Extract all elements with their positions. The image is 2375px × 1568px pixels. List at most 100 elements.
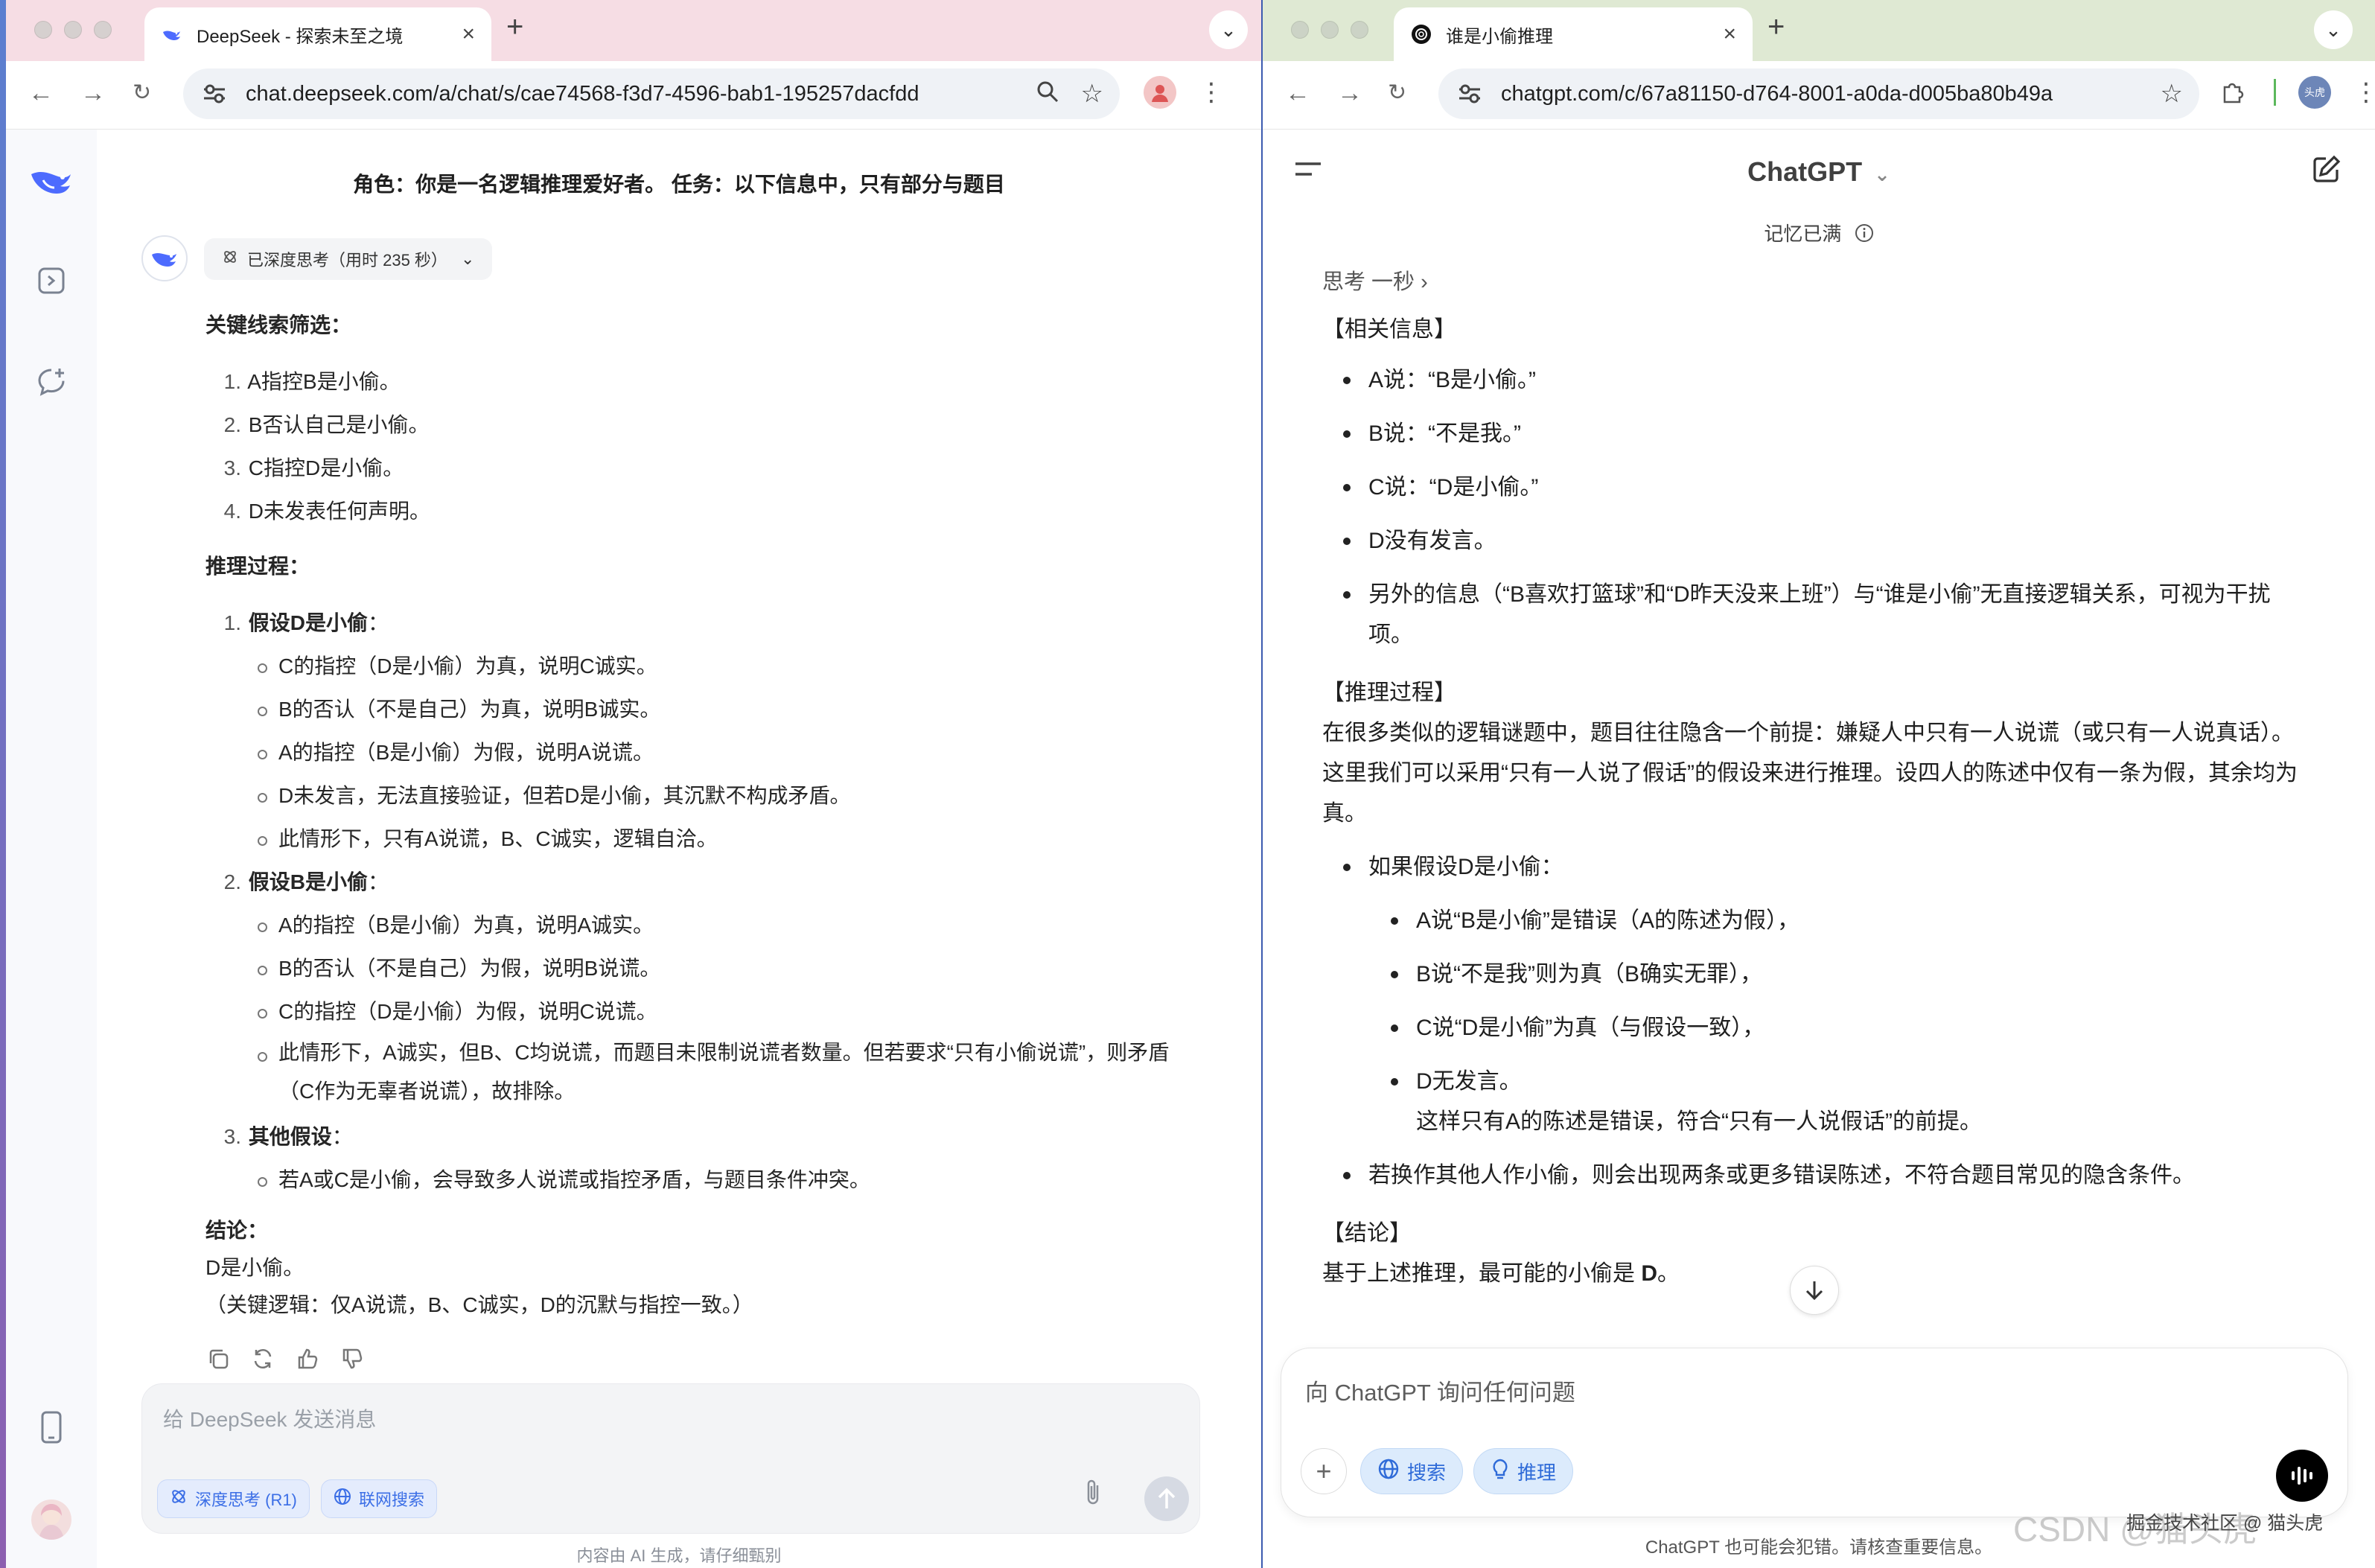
reload-icon[interactable]: ↻ <box>1388 82 1406 104</box>
minimize-window-button[interactable] <box>64 21 82 39</box>
thumbs-up-icon[interactable] <box>295 1346 320 1371</box>
message-input[interactable]: 给 DeepSeek 发送消息 <box>163 1403 376 1433</box>
web-search-button[interactable]: 联网搜索 <box>321 1479 438 1518</box>
deepseek-browser-window: DeepSeek - 探索未至之境 × + ⌄ ← → ↻ chat.deeps… <box>6 0 1261 1568</box>
scroll-down-button[interactable] <box>1790 1266 1839 1315</box>
forward-icon[interactable]: → <box>1337 80 1362 106</box>
voice-mode-button[interactable] <box>2276 1450 2328 1502</box>
minimize-window-button[interactable] <box>1321 21 1339 39</box>
case-colon: ： <box>368 611 389 634</box>
tab-deepseek[interactable]: DeepSeek - 探索未至之境 × <box>144 7 491 61</box>
new-tab-button[interactable]: + <box>506 12 523 42</box>
forward-icon[interactable]: → <box>80 80 106 106</box>
thumbs-down-icon[interactable] <box>339 1346 365 1371</box>
deep-think-r1-button[interactable]: 深度思考 (R1) <box>157 1479 310 1518</box>
list-text: A指控B是小偷。 <box>247 370 401 393</box>
new-chat-icon[interactable] <box>2311 155 2341 188</box>
extensions-icon[interactable] <box>2220 78 2245 107</box>
browser-menu-icon[interactable]: ⋮ <box>2353 80 2375 105</box>
list-item: 3. C指控D是小偷。 <box>205 447 1196 490</box>
case-colon: ： <box>368 870 389 893</box>
deep-think-toggle[interactable]: 已深度思考（用时 235 秒） ⌄ <box>204 238 493 280</box>
bookmark-star-icon[interactable]: ☆ <box>1081 81 1103 106</box>
list-item: C说“D是小偷”为真（与假设一致）， <box>1322 1008 2298 1048</box>
model-selector[interactable]: ChatGPT ⌄ <box>1263 156 2375 188</box>
atom-icon <box>222 249 238 270</box>
case-title: 假设B是小偷 <box>248 870 369 893</box>
address-bar[interactable]: chat.deepseek.com/a/chat/s/cae74568-f3d7… <box>183 68 1120 119</box>
case-colon: ： <box>331 1125 353 1148</box>
user-avatar[interactable] <box>31 1500 71 1540</box>
mobile-app-icon[interactable] <box>31 1407 71 1447</box>
info-icon[interactable] <box>1855 223 1874 248</box>
maximize-window-button[interactable] <box>1351 21 1368 39</box>
back-icon[interactable]: ← <box>1285 80 1310 106</box>
section-heading: 【结论】 <box>1322 1221 1412 1246</box>
conclusion-answer: D <box>1641 1261 1658 1286</box>
deepseek-logo-icon[interactable] <box>28 159 76 200</box>
message-composer[interactable]: 给 DeepSeek 发送消息 深度思考 (R1) 联网搜索 <box>141 1383 1200 1534</box>
reload-icon[interactable]: ↻ <box>133 82 151 104</box>
case-items: A的指控（B是小偷）为真，说明A诚实。 B的否认（不是自己）为假，说明B说谎。 … <box>243 904 1196 1115</box>
message-actions <box>205 1346 365 1371</box>
site-settings-icon[interactable] <box>200 79 229 109</box>
reasoning-paragraph: 在很多类似的逻辑谜题中，题目往往隐含一个前提：嫌疑人中只有一人说谎（或只有一人说… <box>1322 721 2298 826</box>
site-settings-icon[interactable] <box>1455 79 1485 109</box>
list-item: 1. A指控B是小偷。 <box>205 360 1196 404</box>
bookmark-star-icon[interactable]: ☆ <box>2161 81 2183 106</box>
reason-label: 推理 <box>1517 1461 1557 1484</box>
search-button[interactable]: 搜索 <box>1360 1448 1464 1494</box>
globe-icon <box>334 1488 351 1510</box>
list-item: A的指控（B是小偷）为真，说明A诚实。 <box>243 904 1196 947</box>
memory-status[interactable]: 记忆已满 <box>1263 219 2375 248</box>
close-window-button[interactable] <box>34 21 52 39</box>
list-number: 4. <box>223 500 241 523</box>
tab-search-button[interactable]: ⌄ <box>1209 10 1248 49</box>
thought-toggle[interactable]: 思考 一秒 › <box>1322 262 2298 302</box>
toolbar-separator <box>2274 79 2276 106</box>
list-number: 2. <box>223 413 241 436</box>
address-bar[interactable]: chatgpt.com/c/67a81150-d764-8001-a0da-d0… <box>1438 68 2199 119</box>
back-icon[interactable]: ← <box>28 80 54 106</box>
list-item: D未发言，无法直接验证，但若D是小偷，其沉默不构成矛盾。 <box>243 774 1196 818</box>
list-item: 此情形下，只有A说谎，B、C诚实，逻辑自洽。 <box>243 818 1196 861</box>
tab-search-button[interactable]: ⌄ <box>2314 10 2353 49</box>
copy-icon[interactable] <box>205 1346 231 1371</box>
maximize-window-button[interactable] <box>94 21 112 39</box>
browser-menu-icon[interactable]: ⋮ <box>1199 80 1224 105</box>
section-heading: 结论： <box>205 1219 269 1242</box>
url-text: chat.deepseek.com/a/chat/s/cae74568-f3d7… <box>246 81 919 106</box>
send-button[interactable] <box>1144 1476 1189 1521</box>
attach-plus-button[interactable]: + <box>1301 1448 1347 1494</box>
list-number: 3. <box>223 456 241 479</box>
list-item: B说“不是我”则为真（B确实无罪）， <box>1322 954 2298 995</box>
list-item: 若A或C是小偷，会导致多人说谎或指控矛盾，与题目条件冲突。 <box>243 1159 1196 1202</box>
attach-file-icon[interactable] <box>1082 1478 1104 1514</box>
message-composer[interactable]: 向 ChatGPT 询问任何问题 + 搜索 推理 <box>1281 1348 2348 1517</box>
new-tab-button[interactable]: + <box>1767 12 1785 42</box>
list-item: 若换作其他人作小偷，则会出现两条或更多错误陈述，不符合题目常见的隐含条件。 <box>1322 1156 2298 1196</box>
url-text: chatgpt.com/c/67a81150-d764-8001-a0da-d0… <box>1501 81 2053 106</box>
deep-think-r1-label: 深度思考 (R1) <box>195 1491 297 1509</box>
open-sidebar-icon[interactable] <box>31 261 71 301</box>
deepseek-chat-area: 角色：你是一名逻辑推理爱好者。 任务：以下信息中，只有部分与题目 已深度思考（用… <box>97 130 1261 1568</box>
deepseek-answer: 关键线索筛选： 1. A指控B是小偷。 2. B否认自己是小偷。 3. C指控D… <box>205 298 1196 1324</box>
close-window-button[interactable] <box>1291 21 1309 39</box>
new-chat-icon[interactable] <box>31 362 71 402</box>
profile-icon[interactable] <box>1144 76 1176 109</box>
case-title: 假设D是小偷 <box>248 611 369 634</box>
list-item: C说：“D是小偷。” <box>1322 468 2298 508</box>
regenerate-icon[interactable] <box>250 1346 275 1371</box>
profile-avatar[interactable]: 头虎 <box>2298 76 2331 109</box>
zoom-search-icon[interactable] <box>1036 80 1059 107</box>
list-item: 2. B否认自己是小偷。 <box>205 404 1196 447</box>
message-input[interactable]: 向 ChatGPT 询问任何问题 <box>1305 1374 1575 1407</box>
tab-chatgpt[interactable]: 谁是小偷推理 × <box>1394 7 1753 61</box>
clue-list: 1. A指控B是小偷。 2. B否认自己是小偷。 3. C指控D是小偷。 4. … <box>205 360 1196 533</box>
conclusion-prefix: 基于上述推理，最可能的小偷是 <box>1322 1261 1642 1286</box>
tab-close-icon[interactable]: × <box>1723 23 1736 45</box>
browser-toolbar: ← → ↻ chat.deepseek.com/a/chat/s/cae7456… <box>6 61 1261 130</box>
reason-button[interactable]: 推理 <box>1473 1448 1574 1494</box>
tab-close-icon[interactable]: × <box>462 23 475 45</box>
list-item: 2. 假设B是小偷： A的指控（B是小偷）为真，说明A诚实。 B的否认（不是自己… <box>205 861 1196 1115</box>
